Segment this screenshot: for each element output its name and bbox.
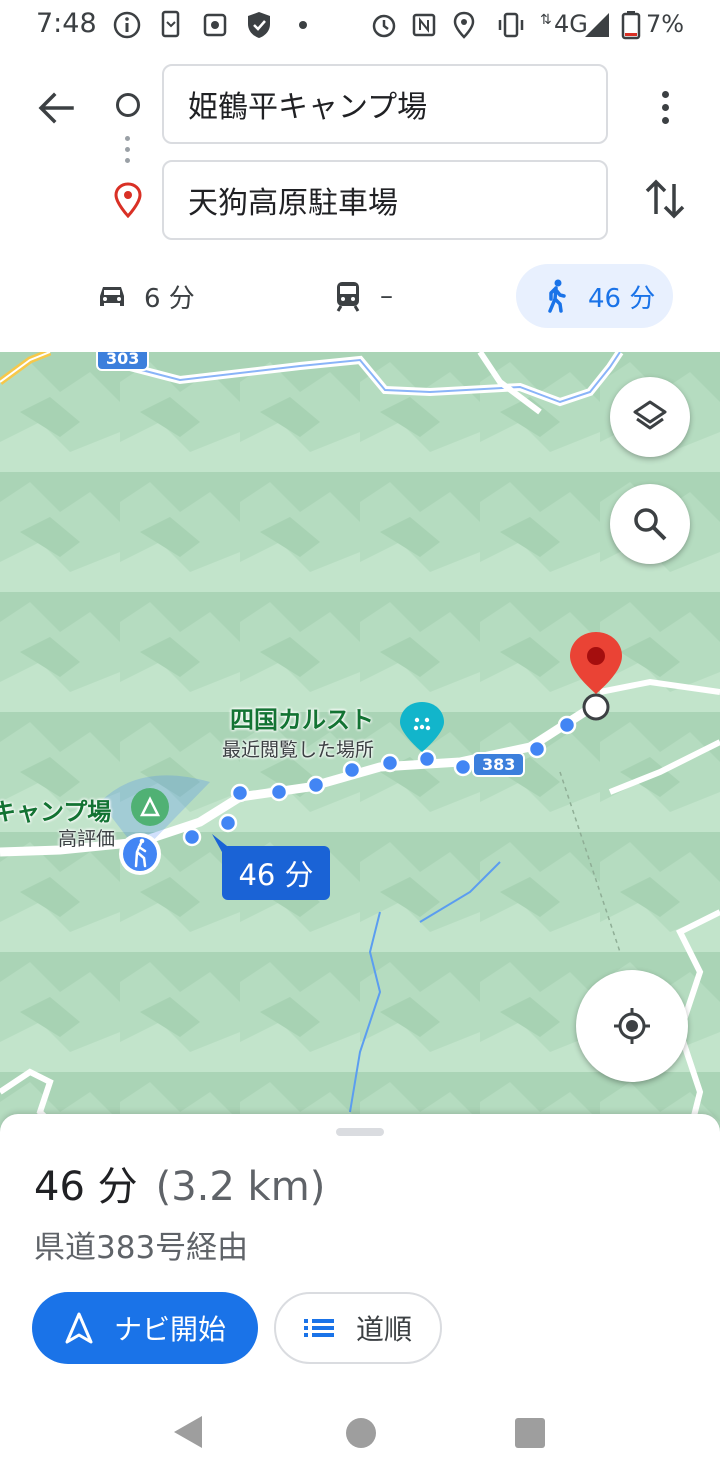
route-distance: (3.2 km) (155, 1164, 326, 1210)
nav-recents-button[interactable] (515, 1418, 545, 1448)
poi-karst-sublabel: 最近閲覧した場所 (222, 739, 375, 761)
route-panel: 姫鶴平キャンプ場 天狗高原駐車場 6 分 – 46 分 (0, 52, 720, 352)
mode-car-time: 6 分 (144, 283, 195, 314)
layers-button[interactable] (610, 377, 690, 457)
nav-back-button[interactable] (172, 1414, 204, 1450)
poi-camp-label[interactable]: キャンプ場 (0, 792, 111, 827)
swap-vert-icon (645, 179, 685, 219)
poi-karst-label[interactable]: 四国カルスト (230, 700, 374, 735)
vibrate-icon (496, 10, 526, 40)
map-search-button[interactable] (610, 484, 690, 564)
drag-handle[interactable] (336, 1128, 384, 1136)
road-shield-383: 383 (472, 752, 526, 777)
route-duration-bubble[interactable]: 46 分 (222, 846, 330, 900)
status-bar: 7:48 ⇅ 4G 7% (0, 0, 720, 52)
more-options-button[interactable] (645, 82, 685, 132)
layers-icon (633, 400, 667, 430)
settings-square-icon (200, 10, 230, 40)
map-view[interactable]: 303 383 四国カルスト 最近閲覧した場所 キャンプ場 高評価 46 分 (0, 352, 720, 1132)
car-icon (94, 278, 130, 314)
signal-icon (582, 10, 612, 40)
route-dots-icon (125, 136, 131, 166)
poi-camp-sublabel: 高評価 (58, 828, 116, 850)
shield-icon (244, 10, 274, 40)
start-navigation-label: ナビ開始 (114, 1313, 227, 1346)
mode-transit-tab[interactable]: – (330, 264, 393, 328)
battery-percent: 7% (646, 10, 685, 38)
navigation-arrow-icon (65, 1312, 93, 1344)
origin-field[interactable]: 姫鶴平キャンプ場 (162, 64, 608, 144)
route-duration: 46 分 (34, 1164, 138, 1210)
origin-circle-icon (116, 93, 140, 117)
list-icon (304, 1319, 334, 1337)
alarm-icon (369, 10, 399, 40)
battery-icon (616, 10, 646, 40)
location-icon (449, 10, 479, 40)
destination-pin-icon (113, 182, 143, 219)
walk-icon (538, 278, 574, 314)
system-nav-bar (0, 1384, 720, 1480)
info-icon (112, 10, 142, 40)
more-vert-icon (661, 90, 669, 98)
start-navigation-button[interactable]: ナビ開始 (32, 1292, 258, 1364)
back-button[interactable] (34, 86, 78, 130)
my-location-button[interactable] (576, 970, 688, 1082)
route-via: 県道383号経由 (34, 1230, 249, 1266)
data-arrows-icon: ⇅ (540, 12, 552, 28)
dot-icon (288, 10, 318, 40)
train-icon (330, 278, 366, 314)
road-shield-303: 303 (96, 352, 150, 371)
route-summary: 46 分 (3.2 km) (34, 1154, 325, 1212)
nav-home-button[interactable] (346, 1418, 376, 1448)
search-icon (634, 508, 667, 541)
my-location-icon (614, 1008, 650, 1044)
mode-transit-time: – (380, 281, 393, 311)
steps-label: 道順 (356, 1313, 413, 1346)
arrow-left-icon (38, 92, 74, 124)
mode-car-tab[interactable]: 6 分 (94, 264, 195, 328)
steps-button[interactable]: 道順 (274, 1292, 442, 1364)
swap-route-button[interactable] (642, 174, 688, 224)
mode-walk-tab[interactable]: 46 分 (516, 264, 673, 328)
nfc-icon (409, 10, 439, 40)
destination-field[interactable]: 天狗高原駐車場 (162, 160, 608, 240)
status-time: 7:48 (36, 8, 97, 39)
phone-sync-icon (156, 10, 186, 40)
mode-walk-time: 46 分 (588, 283, 656, 314)
